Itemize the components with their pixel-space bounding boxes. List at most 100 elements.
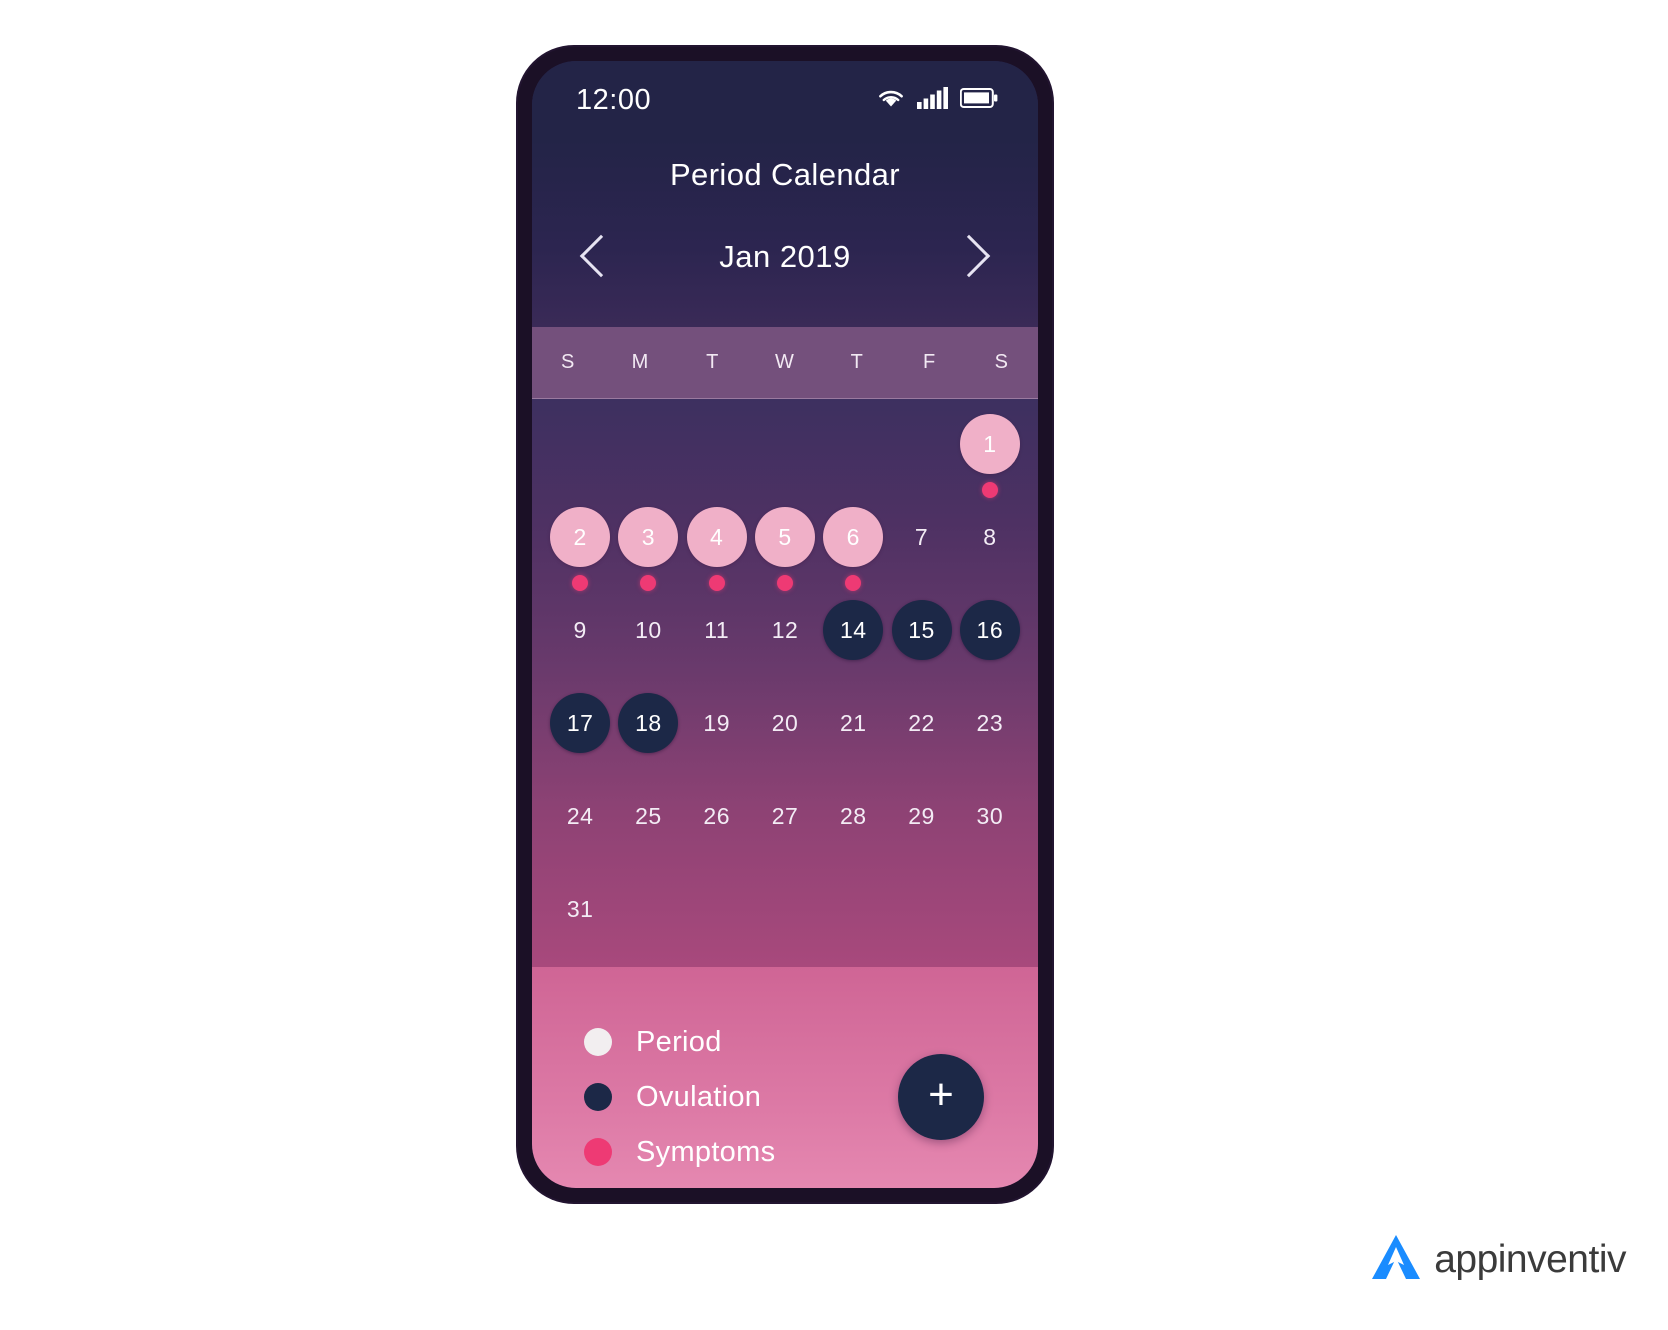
calendar-day-cell[interactable]: 31 [546, 870, 614, 963]
calendar-day-number: 27 [771, 802, 799, 829]
chevron-left-icon[interactable] [578, 231, 620, 283]
calendar-day-cell[interactable]: 25 [614, 777, 682, 870]
symptom-dot-icon [640, 575, 657, 591]
status-bar-time: 12:00 [576, 83, 652, 116]
calendar-day-number: 16 [959, 600, 1020, 660]
symptom-dot-icon [708, 575, 725, 591]
weekday-label: S [994, 351, 1010, 373]
legend-color-dot-icon [584, 1138, 612, 1166]
calendar-day-cell[interactable]: 5 [751, 498, 819, 591]
battery-icon [959, 87, 998, 113]
calendar-day-cell[interactable]: 23 [956, 684, 1024, 777]
plus-icon: + [928, 1070, 954, 1119]
legend-item: Ovulation [584, 1081, 898, 1114]
calendar-day-number: 1 [959, 414, 1020, 474]
status-bar: 12:00 [532, 61, 1038, 139]
calendar-day-cell[interactable]: 14 [819, 591, 887, 684]
calendar-day-number: 18 [618, 693, 679, 753]
weekday-header-row: SMTWTFS [532, 327, 1038, 399]
calendar-day-number: 30 [976, 802, 1004, 829]
month-label: Jan 2019 [719, 239, 851, 274]
calendar-day-cell[interactable]: 21 [819, 684, 887, 777]
calendar-day-number: 22 [908, 709, 935, 736]
legend-list: Period Ovulation Symptoms [584, 1026, 898, 1169]
calendar-day-cell[interactable]: 10 [614, 591, 682, 684]
weekday-label: W [775, 351, 795, 373]
calendar-day-cell[interactable]: 11 [683, 591, 751, 684]
calendar-day-cell[interactable]: 16 [956, 591, 1024, 684]
calendar-day-number: 23 [976, 709, 1004, 736]
legend-label: Symptoms [636, 1135, 776, 1168]
status-bar-icons [876, 86, 998, 114]
phone-screen: 12:00 Period Calendar Jan 2019 S M T W T… [532, 61, 1038, 1188]
calendar-day-number: 19 [703, 709, 730, 736]
calendar-day-number: 10 [635, 616, 662, 643]
calendar-day-cell[interactable]: 7 [887, 498, 955, 591]
calendar-day-number: 31 [566, 895, 594, 922]
symptom-dot-icon [981, 482, 998, 498]
weekday-label: S [560, 351, 576, 373]
calendar-day-number: 29 [908, 802, 935, 829]
weekday-label: T [850, 351, 864, 373]
calendar-day-cell[interactable]: 30 [956, 777, 1024, 870]
brand-watermark: appinventiv [1370, 1233, 1626, 1286]
calendar-day-number: 5 [754, 507, 815, 567]
calendar-grid: 1 2 3 4 5 6 7 8 9 10 11 12 14 15 16 17 18 19 20 21 22 23 24 25 2… [532, 399, 1038, 967]
calendar-day-cell[interactable]: 27 [751, 777, 819, 870]
chevron-right-icon[interactable] [950, 231, 992, 283]
brand-name: appinventiv [1434, 1237, 1626, 1281]
symptom-dot-icon [845, 575, 862, 591]
calendar-day-number: 8 [983, 523, 997, 550]
legend-label: Ovulation [636, 1080, 762, 1113]
legend-color-dot-icon [584, 1083, 612, 1111]
symptom-dot-icon [572, 575, 589, 591]
calendar-day-cell[interactable]: 4 [683, 498, 751, 591]
legend-item: Period [584, 1026, 898, 1059]
cellular-signal-icon [917, 86, 949, 114]
calendar-day-cell[interactable]: 2 [546, 498, 614, 591]
calendar-day-number: 24 [566, 802, 594, 829]
calendar-day-cell[interactable]: 15 [887, 591, 955, 684]
calendar-day-cell[interactable]: 12 [751, 591, 819, 684]
calendar-day-number: 11 [704, 616, 730, 643]
calendar-day-number: 25 [635, 802, 662, 829]
app-header: Period Calendar Jan 2019 [532, 139, 1038, 327]
calendar-day-number: 2 [550, 507, 611, 567]
legend-panel: Period Ovulation Symptoms + [532, 967, 1038, 1188]
calendar-day-number: 4 [686, 507, 747, 567]
month-navigation: Jan 2019 [532, 231, 1038, 327]
calendar-day-cell[interactable]: 3 [614, 498, 682, 591]
calendar-day-number: 28 [839, 802, 867, 829]
add-entry-button[interactable]: + [898, 1054, 984, 1140]
symptom-dot-icon [776, 575, 793, 591]
calendar-day-number: 20 [771, 709, 799, 736]
calendar-day-cell[interactable]: 20 [751, 684, 819, 777]
calendar-day-cell[interactable]: 29 [887, 777, 955, 870]
calendar-day-cell[interactable]: 19 [683, 684, 751, 777]
calendar-day-cell[interactable]: 28 [819, 777, 887, 870]
calendar-day-number: 21 [839, 709, 867, 736]
calendar-day-cell[interactable]: 26 [683, 777, 751, 870]
calendar-day-cell[interactable]: 24 [546, 777, 614, 870]
phone-frame: 12:00 Period Calendar Jan 2019 S M T W T… [518, 47, 1052, 1202]
calendar-day-number: 3 [618, 507, 679, 567]
calendar-day-number: 14 [823, 600, 884, 660]
calendar-day-cell[interactable]: 18 [614, 684, 682, 777]
calendar-day-cell[interactable]: 17 [546, 684, 614, 777]
calendar-day-cell[interactable]: 9 [546, 591, 614, 684]
wifi-icon [876, 87, 906, 114]
calendar-day-number: 6 [823, 507, 884, 567]
weekday-label: F [922, 351, 937, 373]
calendar-day-number: 9 [573, 616, 587, 643]
weekday-label: M [631, 351, 650, 373]
calendar-day-cell[interactable]: 22 [887, 684, 955, 777]
calendar-day-cell[interactable]: 6 [819, 498, 887, 591]
weekday-label: T [706, 351, 720, 373]
calendar-day-cell[interactable]: 8 [956, 498, 1024, 591]
calendar-day-number: 7 [914, 523, 929, 550]
legend-color-dot-icon [584, 1028, 612, 1056]
calendar-day-number: 26 [703, 802, 730, 829]
legend-item: Symptoms [584, 1136, 898, 1169]
appinventiv-logo-icon [1370, 1233, 1422, 1286]
calendar-day-cell[interactable]: 1 [956, 405, 1024, 498]
